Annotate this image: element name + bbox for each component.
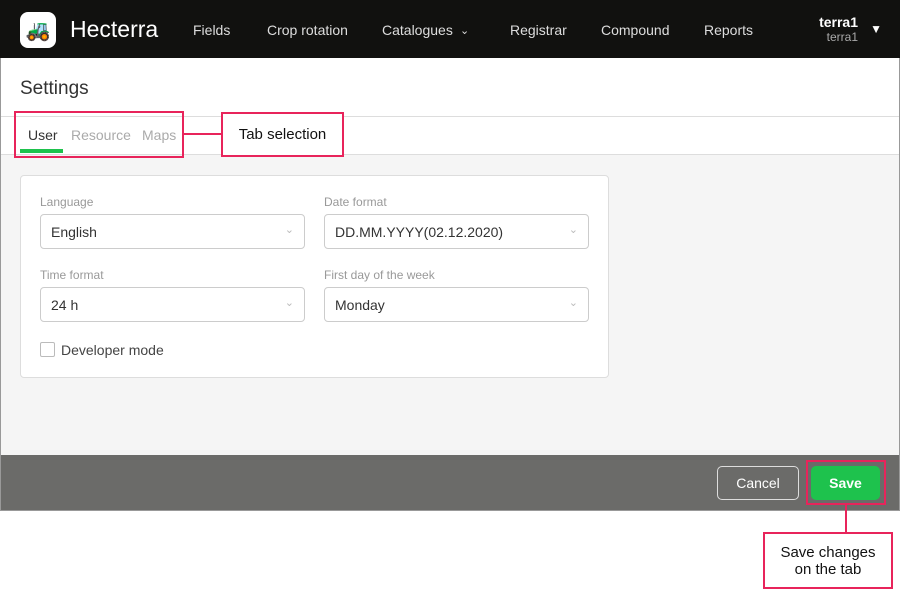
first-day-value: Monday	[335, 297, 385, 313]
chevron-down-icon[interactable]: ▼	[870, 22, 882, 36]
date-format-value: DD.MM.YYYY(02.12.2020)	[335, 224, 504, 240]
cancel-button[interactable]: Cancel	[717, 466, 799, 500]
top-nav: 🚜 Hecterra Fields Crop rotation Catalogu…	[0, 0, 900, 58]
time-format-select[interactable]: 24 h ⌄	[40, 287, 305, 322]
chevron-down-icon: ⌄	[284, 297, 294, 309]
page-header	[1, 58, 899, 116]
user-login: terra1	[826, 30, 858, 44]
developer-mode-label[interactable]: Developer mode	[61, 342, 164, 358]
save-callout: Save changes on the tab	[763, 532, 893, 589]
language-select[interactable]: English ⌄	[40, 214, 305, 249]
chevron-down-icon: ⌄	[568, 224, 578, 236]
brand: Hecterra	[70, 16, 159, 42]
nav-compound[interactable]: Compound	[601, 22, 670, 38]
chevron-down-icon: ⌄	[284, 224, 294, 236]
chevron-down-icon[interactable]: ⌄	[460, 24, 469, 37]
callout-line	[184, 133, 221, 135]
first-day-label: First day of the week	[324, 268, 435, 282]
callout-line	[845, 505, 847, 532]
page-title: Settings	[20, 78, 89, 99]
nav-fields[interactable]: Fields	[193, 22, 230, 38]
time-format-value: 24 h	[51, 297, 79, 313]
language-label: Language	[40, 195, 94, 209]
user-name: terra1	[819, 14, 858, 30]
tabs-callout: Tab selection	[221, 112, 344, 157]
nav-catalogues[interactable]: Catalogues	[382, 22, 453, 38]
developer-mode-checkbox[interactable]	[40, 342, 55, 357]
save-highlight	[806, 460, 886, 505]
date-format-select[interactable]: DD.MM.YYYY(02.12.2020) ⌄	[324, 214, 589, 249]
date-format-label: Date format	[324, 195, 387, 209]
time-format-label: Time format	[40, 268, 104, 282]
chevron-down-icon: ⌄	[568, 297, 578, 309]
first-day-select[interactable]: Monday ⌄	[324, 287, 589, 322]
tractor-logo-icon[interactable]: 🚜	[20, 12, 56, 48]
nav-crop-rotation[interactable]: Crop rotation	[267, 22, 348, 38]
tabs-highlight	[14, 111, 184, 158]
nav-reports[interactable]: Reports	[704, 22, 753, 38]
nav-registrar[interactable]: Registrar	[510, 22, 567, 38]
user-menu[interactable]: terra1 terra1	[819, 14, 858, 44]
language-value: English	[51, 224, 97, 240]
